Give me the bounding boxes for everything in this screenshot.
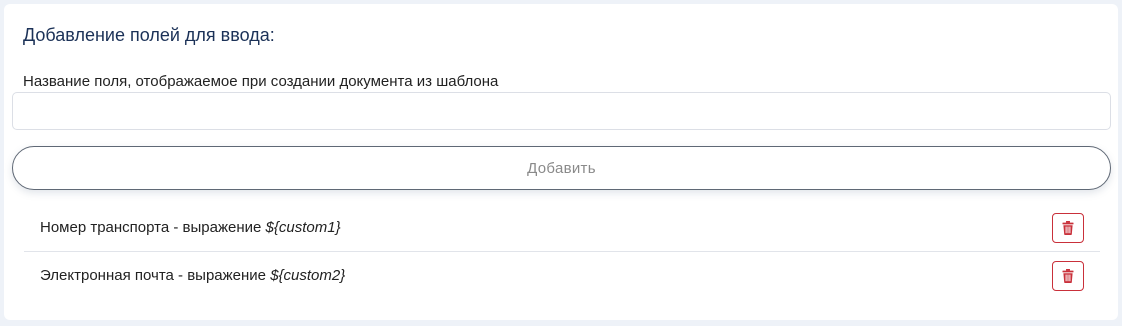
- field-expression: ${custom2}: [270, 267, 346, 284]
- field-name-label: Название поля, отображаемое при создании…: [23, 73, 499, 90]
- field-expression: ${custom1}: [265, 219, 341, 236]
- field-description: Электронная почта - выражение ${custom2}: [40, 267, 345, 284]
- panel-title: Добавление полей для ввода:: [23, 25, 275, 45]
- add-field-button[interactable]: Добавить: [12, 146, 1111, 190]
- custom-fields-list: Номер транспорта - выражение ${custom1} …: [24, 204, 1100, 300]
- delete-field-button[interactable]: [1052, 261, 1084, 291]
- field-separator: - выражение: [169, 219, 266, 236]
- trash-icon: [1062, 269, 1074, 283]
- field-description: Номер транспорта - выражение ${custom1}: [40, 219, 341, 236]
- delete-field-button[interactable]: [1052, 213, 1084, 243]
- trash-icon: [1062, 221, 1074, 235]
- field-name-input[interactable]: [12, 92, 1111, 130]
- field-name: Номер транспорта: [40, 219, 170, 236]
- list-item: Электронная почта - выражение ${custom2}: [24, 252, 1100, 300]
- field-name: Электронная почта: [40, 267, 174, 284]
- field-separator: - выражение: [173, 267, 271, 284]
- add-fields-panel: Добавление полей для ввода: Название пол…: [4, 4, 1118, 320]
- list-item: Номер транспорта - выражение ${custom1}: [24, 204, 1100, 252]
